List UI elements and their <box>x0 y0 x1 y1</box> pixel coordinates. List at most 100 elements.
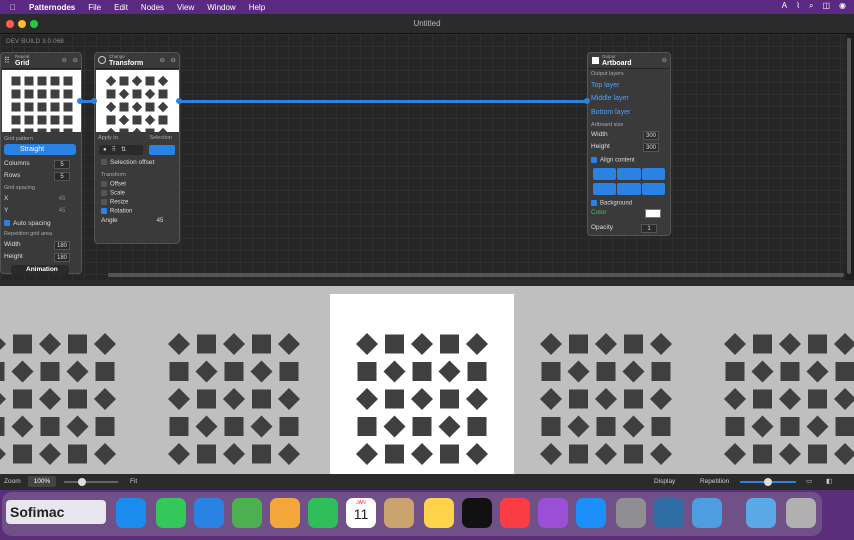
align-center-button[interactable] <box>617 168 641 180</box>
dock-mail-icon[interactable] <box>194 498 224 528</box>
selection-select[interactable] <box>149 145 175 155</box>
color-swatch[interactable] <box>645 209 661 218</box>
expand-icon[interactable]: ⊖ <box>62 56 67 64</box>
resize-checkbox[interactable] <box>101 199 107 205</box>
rotation-checkbox[interactable] <box>101 208 107 214</box>
middle-layer-input[interactable]: Middle layer <box>591 95 667 105</box>
artboard-height-field[interactable]: 300 <box>643 143 659 152</box>
dock-music-icon[interactable] <box>500 498 530 528</box>
input-source-icon[interactable]: A <box>782 1 787 11</box>
transform-output-port[interactable] <box>176 98 182 104</box>
menu-edit[interactable]: Edit <box>114 3 128 12</box>
dock-notes-icon[interactable] <box>424 498 454 528</box>
align-middle-button[interactable] <box>617 183 641 195</box>
grid-preview-square <box>11 76 21 86</box>
display-menu[interactable]: Display <box>654 478 675 485</box>
dock-calendar-icon[interactable]: JAN 11 <box>346 498 376 528</box>
dock-system-preferences-icon[interactable] <box>616 498 646 528</box>
dock-maps-icon[interactable] <box>232 498 262 528</box>
dock-safari-icon[interactable] <box>116 498 146 528</box>
pattern-shape <box>0 417 5 436</box>
auto-spacing-row[interactable]: Auto spacing <box>4 220 78 230</box>
offset-checkbox[interactable] <box>101 181 107 187</box>
transform-node[interactable]: Change Transform ⊖ ⊖ Apply to Selection ●… <box>94 52 180 244</box>
dock-podcasts-icon[interactable] <box>538 498 568 528</box>
y-field[interactable]: 45 <box>54 207 70 216</box>
dock-patternodes-icon[interactable] <box>654 498 684 528</box>
top-layer-input[interactable]: Top layer <box>591 82 667 92</box>
dock-trash-icon[interactable] <box>786 498 816 528</box>
middle-layer-port[interactable] <box>584 98 590 104</box>
apply-to-segmented[interactable]: ● ⠿ ⇅ <box>99 145 143 155</box>
align-content-row[interactable]: Align content <box>591 157 667 167</box>
output-node-header[interactable]: Output Artboard ⊖ <box>588 53 670 69</box>
width-field[interactable]: 180 <box>54 241 70 250</box>
height-field[interactable]: 180 <box>54 253 70 262</box>
horizontal-scrollbar[interactable] <box>108 273 844 277</box>
control-center-icon[interactable]: ◫ <box>822 1 830 11</box>
grid-output-port[interactable] <box>77 98 83 104</box>
dock-downloads-icon[interactable] <box>746 498 776 528</box>
zoom-field[interactable]: 100% <box>28 476 56 487</box>
dock-app-store-icon[interactable] <box>576 498 606 528</box>
grid-node[interactable]: ⠿ Repeat Grid ⊖ ⊖ Grid pattern Straight … <box>0 52 82 275</box>
align-top-button[interactable] <box>593 183 617 195</box>
repetition-label: Repetition <box>700 478 730 485</box>
vertical-scrollbar[interactable] <box>847 38 851 274</box>
angle-field[interactable]: 45 <box>152 217 168 226</box>
wifi-icon[interactable]: ⌇ <box>796 1 800 11</box>
dock-apple-tv-icon[interactable] <box>462 498 492 528</box>
artboard-width-field[interactable]: 300 <box>643 131 659 140</box>
align-right-button[interactable] <box>641 168 665 180</box>
opacity-field[interactable]: 1 <box>641 224 657 233</box>
transform-preview-shape <box>119 76 129 86</box>
align-left-button[interactable] <box>593 168 617 180</box>
background-checkbox[interactable] <box>591 200 597 206</box>
align-bottom-button[interactable] <box>641 183 665 195</box>
dock-pages-icon[interactable] <box>692 498 722 528</box>
close-icon[interactable]: ⊖ <box>662 56 667 64</box>
fit-button[interactable]: Fit <box>130 478 137 485</box>
dock-photos-icon[interactable] <box>270 498 300 528</box>
search-icon[interactable]: ⌕ <box>809 1 813 11</box>
rows-field[interactable]: 5 <box>54 172 70 181</box>
grid-pattern-select[interactable]: Straight <box>4 144 76 155</box>
align-content-checkbox[interactable] <box>591 157 597 163</box>
animation-tab[interactable]: Animation <box>11 265 69 275</box>
transform-input-port[interactable] <box>91 98 97 104</box>
output-node[interactable]: Output Artboard ⊖ Output layers Top laye… <box>587 52 671 236</box>
selection-offset-row[interactable]: Selection offset <box>101 159 176 169</box>
menu-window[interactable]: Window <box>207 3 235 12</box>
sidebar-toggle-icon[interactable]: ◧ <box>826 477 832 485</box>
menu-nodes[interactable]: Nodes <box>141 3 164 12</box>
zoom-slider-knob[interactable] <box>78 478 86 486</box>
menu-file[interactable]: File <box>88 3 101 12</box>
close-icon[interactable]: ⊖ <box>73 56 78 64</box>
app-menu[interactable]: Patternodes <box>29 3 75 12</box>
x-field[interactable]: 45 <box>54 195 70 204</box>
dock-facetime-icon[interactable] <box>308 498 338 528</box>
grid-node-header[interactable]: ⠿ Repeat Grid ⊖ ⊖ <box>1 53 81 69</box>
dock-contacts-icon[interactable] <box>384 498 414 528</box>
zoom-slider[interactable] <box>64 481 118 483</box>
transform-node-header[interactable]: Change Transform ⊖ ⊖ <box>95 53 179 69</box>
pattern-preview-area[interactable] <box>0 286 854 474</box>
repetition-slider-knob[interactable] <box>764 478 772 486</box>
scale-checkbox[interactable] <box>101 190 107 196</box>
dock-messages-icon[interactable] <box>156 498 186 528</box>
auto-spacing-checkbox[interactable] <box>4 220 10 227</box>
watermark-logo: Sofimac <box>6 500 106 524</box>
columns-field[interactable]: 5 <box>54 160 70 169</box>
apple-icon[interactable]:  <box>10 3 16 12</box>
node-subtitle: Repeat <box>15 54 30 59</box>
pattern-shape <box>596 417 616 436</box>
artboard-height-row: Height 300 <box>591 143 667 153</box>
selection-offset-checkbox[interactable] <box>101 159 107 166</box>
screen-icon[interactable]: ▭ <box>806 477 812 485</box>
close-icon[interactable]: ⊖ <box>171 56 176 64</box>
menu-view[interactable]: View <box>177 3 194 12</box>
menu-help[interactable]: Help <box>249 3 265 12</box>
siri-icon[interactable]: ◉ <box>839 1 846 11</box>
bottom-layer-input[interactable]: Bottom layer <box>591 109 667 119</box>
expand-icon[interactable]: ⊖ <box>160 56 165 64</box>
